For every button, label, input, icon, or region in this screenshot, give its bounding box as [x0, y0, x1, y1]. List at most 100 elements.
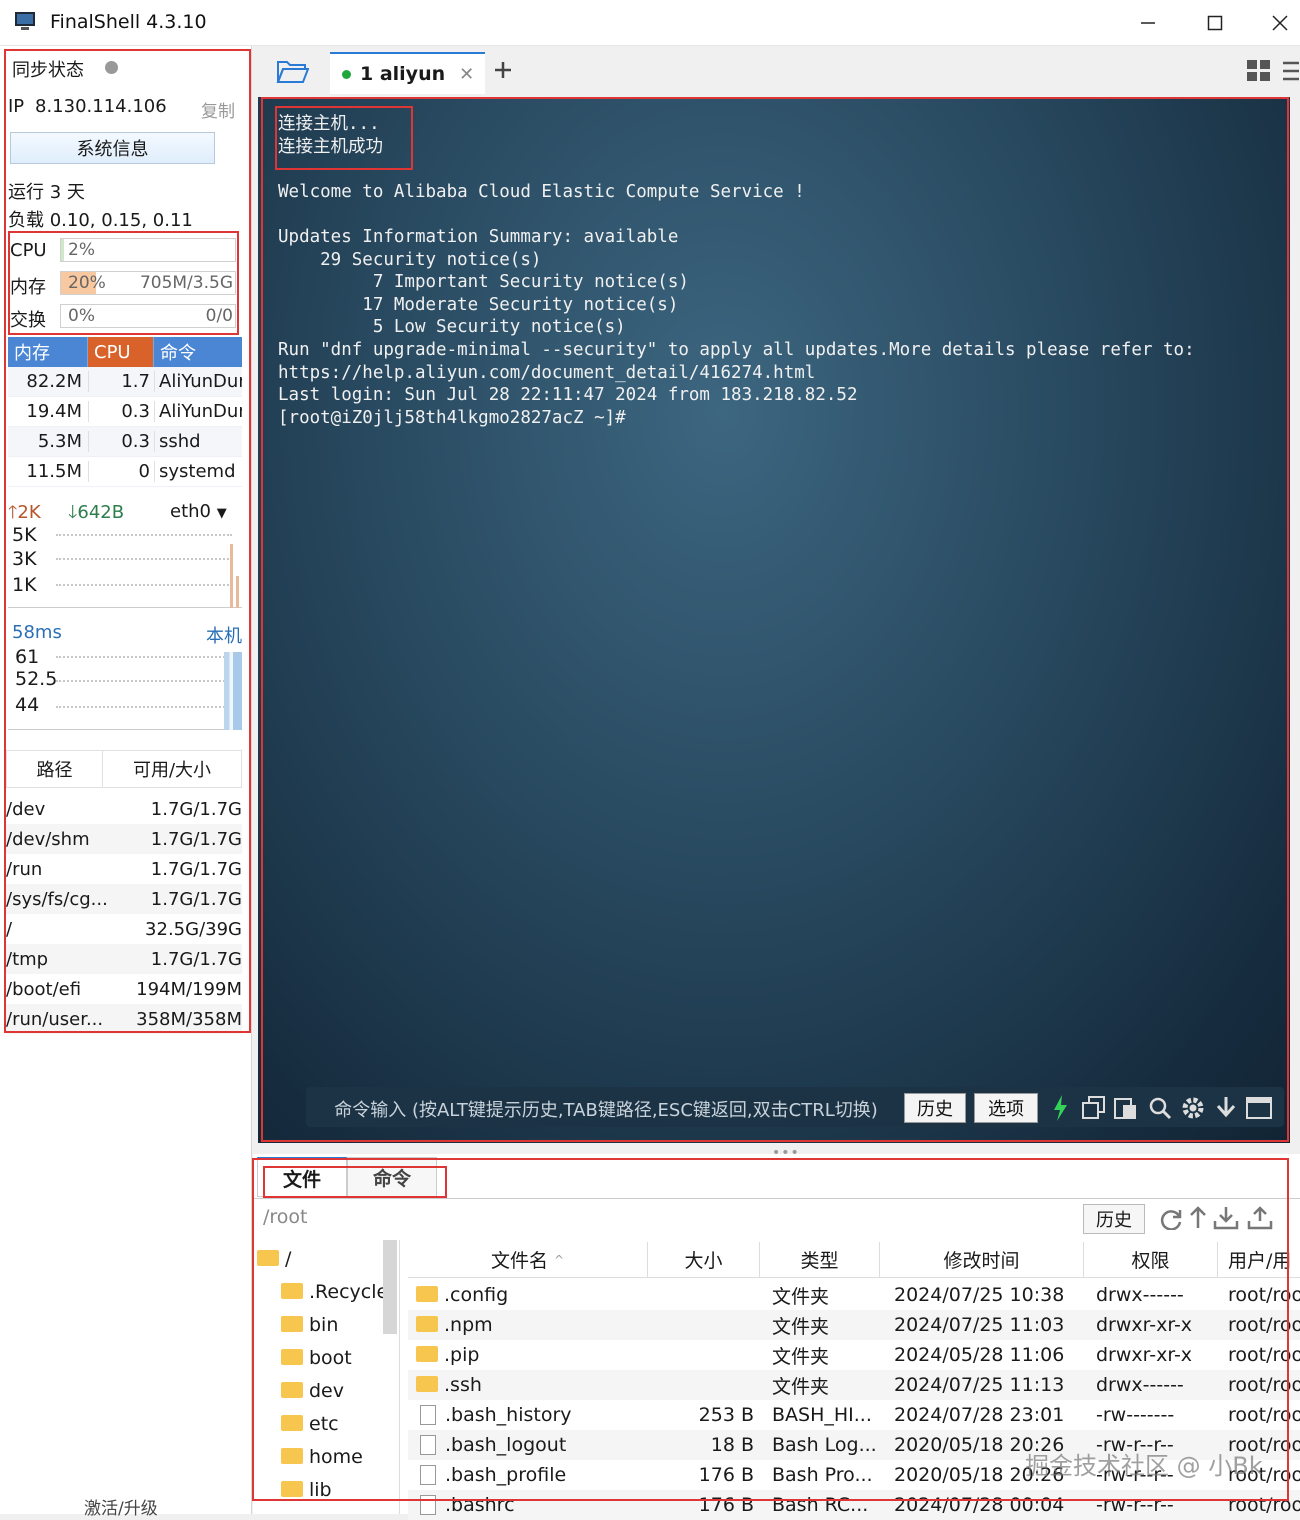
tree-node[interactable]: boot	[253, 1341, 398, 1374]
memory-percent: 20%	[68, 273, 106, 293]
disk-row[interactable]: /run/user... 358M/358M	[6, 1004, 242, 1034]
maximize-button[interactable]	[1195, 8, 1235, 38]
disk-size: 194M/199M	[136, 978, 242, 1000]
col-command[interactable]: 命令	[154, 337, 242, 367]
col-path[interactable]: 路径	[7, 751, 103, 787]
close-tab-icon[interactable]: ✕	[459, 64, 474, 85]
history-button[interactable]: 历史	[904, 1093, 966, 1123]
lightning-icon[interactable]	[1052, 1095, 1068, 1121]
minimize-icon	[1141, 22, 1155, 24]
close-button[interactable]	[1260, 8, 1300, 38]
net-tick: 3K	[12, 548, 37, 570]
cpu-meter-fill	[61, 239, 65, 261]
gear-icon[interactable]	[1180, 1095, 1206, 1121]
current-path[interactable]: /root	[263, 1206, 308, 1228]
disk-row[interactable]: /dev/shm 1.7G/1.7G	[6, 824, 242, 854]
file-name: .bashrc	[445, 1494, 515, 1516]
file-row[interactable]: .npm 文件夹 2024/07/25 11:03 drwxr-xr-x root/ro…	[408, 1310, 1300, 1340]
disk-row[interactable]: /tmp 1.7G/1.7G	[6, 944, 242, 974]
disk-size: 1.7G/1.7G	[150, 828, 242, 850]
tab-aliyun[interactable]: 1 aliyun ✕	[330, 52, 485, 94]
col-permissions[interactable]: 权限	[1084, 1242, 1218, 1277]
tree-node[interactable]: dev	[253, 1374, 398, 1407]
net-tick: 1K	[12, 574, 37, 596]
disk-row[interactable]: /run 1.7G/1.7G	[6, 854, 242, 884]
swap-label: 交换	[10, 310, 46, 331]
activate-upgrade-link[interactable]: 激活/升级	[84, 1494, 158, 1519]
col-modified[interactable]: 修改时间	[880, 1242, 1084, 1277]
file-row[interactable]: .ssh 文件夹 2024/07/25 11:13 drwx------ root/ro…	[408, 1370, 1300, 1400]
disk-size: 1.7G/1.7G	[150, 888, 242, 910]
process-row[interactable]: 5.3M 0.3 sshd	[8, 427, 242, 457]
net-graph-spike	[230, 544, 233, 608]
download-file-icon[interactable]	[1213, 1206, 1239, 1230]
net-interface-select[interactable]: eth0 ▼	[170, 501, 227, 522]
folder-open-icon[interactable]	[275, 58, 309, 84]
disk-row[interactable]: /boot/efi 194M/199M	[6, 974, 242, 1004]
download-icon[interactable]	[1214, 1096, 1238, 1120]
tree-node[interactable]: lib	[253, 1473, 398, 1506]
memory-meter: 20% 705M/3.5G	[60, 271, 236, 295]
uptime: 运行 3 天	[8, 182, 85, 203]
process-row[interactable]: 82.2M 1.7 AliYunDun	[8, 367, 242, 397]
tree-node[interactable]: home	[253, 1440, 398, 1473]
col-filename[interactable]: 文件名 ^	[408, 1242, 648, 1277]
tab-commands[interactable]: 命令	[347, 1157, 437, 1197]
tree-scrollbar[interactable]	[383, 1240, 397, 1334]
disk-row[interactable]: /dev 1.7G/1.7G	[6, 794, 242, 824]
minimize-button[interactable]	[1128, 8, 1168, 38]
network-graph: 5K 3K 1K	[8, 524, 242, 608]
menu-icon[interactable]	[1283, 60, 1299, 82]
col-memory[interactable]: 内存	[8, 337, 88, 367]
path-history-button[interactable]: 历史	[1083, 1204, 1145, 1234]
file-row[interactable]: .config 文件夹 2024/07/25 10:38 drwx------ root…	[408, 1280, 1300, 1310]
tree-splitter[interactable]	[399, 1240, 405, 1514]
ping-target[interactable]: 本机	[206, 622, 242, 648]
copy-icon[interactable]	[1082, 1096, 1106, 1120]
up-directory-icon[interactable]	[1189, 1206, 1207, 1230]
tree-node[interactable]: .Recycle	[253, 1275, 398, 1308]
directory-tree: / .Recycle bin boot dev etc home lib	[253, 1242, 398, 1506]
net-download-value: 642B	[77, 502, 125, 523]
process-cpu: 0.3	[88, 431, 154, 452]
tree-node-label: etc	[309, 1412, 339, 1435]
terminal[interactable]: 连接主机... 连接主机成功 Welcome to Alibaba Cloud El…	[258, 97, 1290, 1143]
disk-row[interactable]: / 32.5G/39G	[6, 914, 242, 944]
tree-node[interactable]: bin	[253, 1308, 398, 1341]
window-icon[interactable]	[1246, 1097, 1272, 1119]
command-input[interactable]: 命令输入 (按ALT键提示历史,TAB键路径,ESC键返回,双击CTRL切换)	[306, 1096, 906, 1122]
disk-row[interactable]: /sys/fs/cg... 1.7G/1.7G	[6, 884, 242, 914]
disk-path: /run/user...	[6, 1008, 104, 1030]
grid-layout-icon[interactable]	[1246, 59, 1272, 83]
paste-icon[interactable]	[1114, 1096, 1138, 1120]
col-cpu[interactable]: CPU	[88, 337, 154, 367]
disk-table-header: 路径 可用/大小	[6, 750, 242, 788]
options-button[interactable]: 选项	[974, 1093, 1038, 1123]
process-row[interactable]: 19.4M 0.3 AliYunDun	[8, 397, 242, 427]
col-size[interactable]: 可用/大小	[103, 751, 241, 787]
copy-ip-link[interactable]: 复制	[201, 97, 235, 122]
tab-files[interactable]: 文件	[257, 1157, 347, 1197]
disk-size: 358M/358M	[136, 1008, 242, 1030]
ping-latency: 58ms	[12, 622, 62, 643]
tree-node[interactable]: /	[253, 1242, 398, 1275]
command-input-bar[interactable]: 命令输入 (按ALT键提示历史,TAB键路径,ESC键返回,双击CTRL切换) …	[306, 1087, 1284, 1127]
tree-node[interactable]: etc	[253, 1407, 398, 1440]
col-filetype[interactable]: 类型	[760, 1242, 880, 1277]
disk-table: 路径 可用/大小 /dev 1.7G/1.7G/dev/shm 1.7G/1.7G /…	[6, 750, 242, 1034]
upload-file-icon[interactable]	[1247, 1206, 1273, 1230]
ping-tick: 61	[15, 646, 40, 668]
system-info-button[interactable]: 系统信息	[10, 132, 215, 164]
file-row[interactable]: .pip 文件夹 2024/05/28 11:06 drwxr-xr-x root/ro…	[408, 1340, 1300, 1370]
sidebar: 同步状态 IP 8.130.114.106 复制 系统信息 运行 3 天 负载 …	[0, 46, 252, 1519]
process-row[interactable]: 11.5M 0 systemd	[8, 457, 242, 487]
col-owner[interactable]: 用户/用	[1218, 1242, 1300, 1277]
file-row[interactable]: .bashrc 176 B Bash RC... 2024/07/28 00:04 -r…	[408, 1490, 1300, 1520]
file-row[interactable]: .bash_history 253 B BASH_HI... 2024/07/28 2…	[408, 1400, 1300, 1430]
file-name: .pip	[444, 1344, 480, 1366]
refresh-icon[interactable]	[1159, 1208, 1183, 1230]
search-icon[interactable]	[1148, 1096, 1172, 1120]
add-tab-icon[interactable]	[493, 60, 513, 80]
col-filesize[interactable]: 大小	[648, 1242, 760, 1277]
process-cpu: 1.7	[88, 371, 154, 392]
